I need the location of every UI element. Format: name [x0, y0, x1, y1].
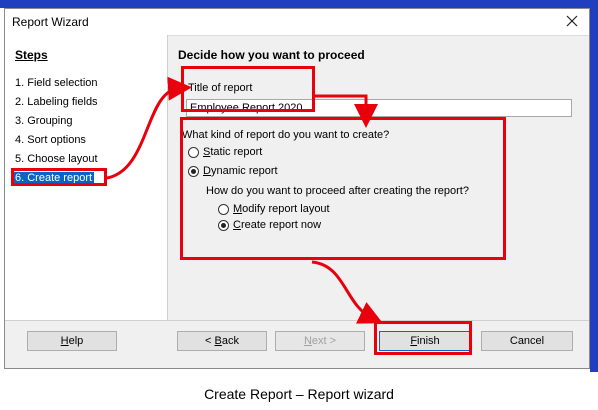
arrow-title-to-options: [315, 94, 378, 128]
figure-caption: Create Report – Report wizard: [204, 386, 394, 402]
arrow-options-to-finish: [311, 260, 383, 324]
annotation-arrows: [106, 76, 383, 324]
arrow-step-to-title: [106, 76, 192, 180]
